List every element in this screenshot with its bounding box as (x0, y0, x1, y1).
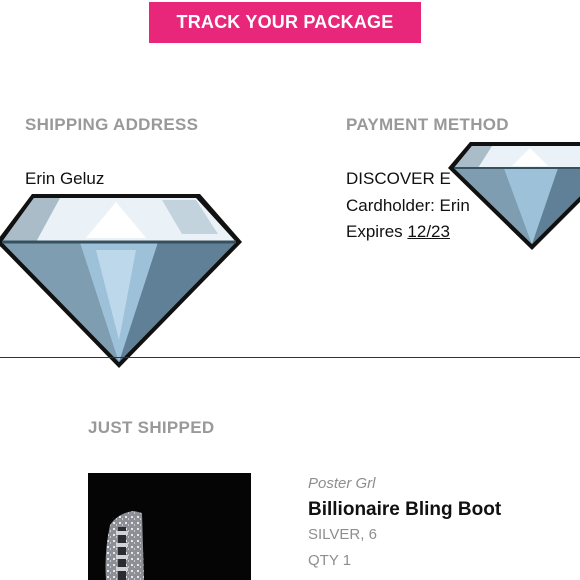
diamond-sticker (0, 194, 242, 368)
product-brand: Poster Grl (308, 475, 376, 492)
product-image[interactable] (88, 473, 251, 580)
boot-photo (88, 473, 251, 580)
shipping-name: Erin Geluz (25, 169, 105, 188)
just-shipped-heading: JUST SHIPPED (88, 418, 215, 437)
payment-expires: Expires 12/23 (346, 222, 450, 242)
track-package-button[interactable]: TRACK YOUR PACKAGE (149, 2, 421, 43)
product-quantity: QTY 1 (308, 552, 352, 569)
product-name[interactable]: Billionaire Bling Boot (308, 499, 501, 521)
payment-card: DISCOVER E (346, 169, 451, 188)
expires-label: Expires (346, 222, 403, 241)
section-divider (0, 357, 580, 358)
payment-method-heading: PAYMENT METHOD (346, 115, 509, 134)
shipping-address-heading: SHIPPING ADDRESS (25, 115, 199, 134)
diamond-sticker (448, 142, 580, 250)
expires-date: 12/23 (407, 222, 450, 241)
product-variant: SILVER, 6 (308, 526, 377, 543)
